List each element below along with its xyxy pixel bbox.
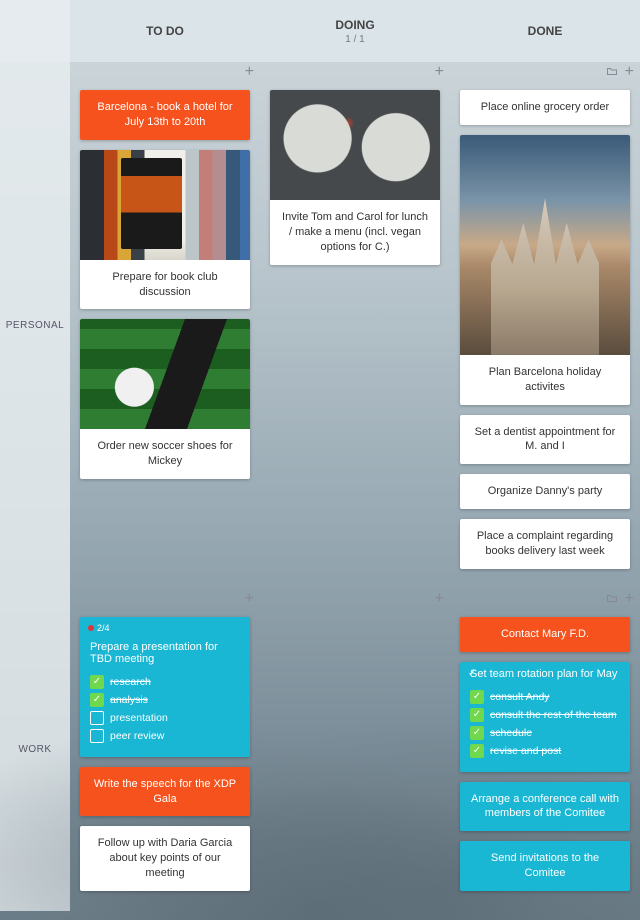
card-title: Set a dentist appointment for M. and I: [460, 415, 630, 465]
checklist-item-label: schedule: [490, 727, 532, 739]
cell-personal-todo: + Barcelona - book a hotel for July 13th…: [70, 62, 260, 589]
add-card-button[interactable]: +: [245, 64, 254, 80]
column-subtitle: 1 / 1: [345, 34, 364, 45]
row-label-personal[interactable]: PERSONAL: [0, 62, 70, 589]
books-image: [80, 150, 250, 260]
card-title: Plan Barcelona holiday activites: [460, 355, 630, 405]
card-title: Write the speech for the XDP Gala: [80, 767, 250, 817]
card-title: Follow up with Daria Garcia about key po…: [80, 826, 250, 891]
card-title: Order new soccer shoes for Mickey: [80, 429, 250, 479]
checklist: consult Andy consult the rest of the team…: [460, 682, 630, 772]
kanban-card[interactable]: Barcelona - book a hotel for July 13th t…: [80, 90, 250, 140]
checklist-item[interactable]: consult Andy: [470, 690, 620, 704]
kanban-card[interactable]: Place online grocery order: [460, 90, 630, 125]
card-title: Arrange a conference call with members o…: [460, 782, 630, 832]
checklist-item-label: research: [110, 676, 151, 688]
add-card-button[interactable]: +: [625, 64, 634, 80]
kanban-card[interactable]: Organize Danny's party: [460, 474, 630, 509]
card-title: Place a complaint regarding books delive…: [460, 519, 630, 569]
checkbox-icon[interactable]: [470, 690, 484, 704]
checklist-item-label: consult the rest of the team: [490, 709, 617, 721]
corner-cell: [0, 0, 70, 62]
add-card-button[interactable]: +: [435, 591, 444, 607]
checklist-item-label: consult Andy: [490, 691, 550, 703]
column-title: TO DO: [146, 24, 184, 38]
kanban-card[interactable]: 2/4 Prepare a presentation for TBD meetin…: [80, 617, 250, 757]
kanban-card[interactable]: Prepare for book club discussion: [80, 150, 250, 310]
kanban-card[interactable]: Arrange a conference call with members o…: [460, 782, 630, 832]
checklist-item[interactable]: presentation: [90, 711, 240, 725]
checkbox-icon[interactable]: [470, 708, 484, 722]
kanban-card[interactable]: Set a dentist appointment for M. and I: [460, 415, 630, 465]
card-title: Contact Mary F.D.: [460, 617, 630, 652]
card-title: Set team rotation plan for May: [460, 662, 630, 682]
check-indicator-icon: ✓: [468, 668, 476, 679]
checklist-item[interactable]: consult the rest of the team: [470, 708, 620, 722]
checklist-item-label: analysis: [110, 694, 148, 706]
cell-personal-doing: + Invite Tom and Carol for lunch / make …: [260, 62, 450, 589]
checkbox-icon[interactable]: [470, 726, 484, 740]
kanban-card[interactable]: Place a complaint regarding books delive…: [460, 519, 630, 569]
food-image: [270, 90, 440, 200]
column-title: DOING: [335, 18, 374, 32]
checklist-item[interactable]: revise and post: [470, 744, 620, 758]
cell-work-doing: +: [260, 589, 450, 911]
card-title: Prepare a presentation for TBD meeting: [80, 635, 250, 667]
checklist-item-label: revise and post: [490, 745, 561, 757]
folder-icon[interactable]: [606, 65, 618, 80]
cell-work-done: + Contact Mary F.D. ✓Set team rotation pl…: [450, 589, 640, 911]
kanban-card[interactable]: Contact Mary F.D.: [460, 617, 630, 652]
soccer-image: [80, 319, 250, 429]
checklist-item-label: peer review: [110, 730, 164, 742]
add-card-button[interactable]: +: [435, 64, 444, 80]
checkbox-icon[interactable]: [90, 675, 104, 689]
checkbox-icon[interactable]: [90, 711, 104, 725]
checkbox-icon[interactable]: [90, 693, 104, 707]
kanban-card[interactable]: Order new soccer shoes for Mickey: [80, 319, 250, 479]
cathedral-image: [460, 135, 630, 355]
kanban-card[interactable]: Plan Barcelona holiday activites: [460, 135, 630, 405]
checklist: research analysis presentation peer review: [80, 667, 250, 757]
checkbox-icon[interactable]: [90, 729, 104, 743]
checklist-item[interactable]: analysis: [90, 693, 240, 707]
folder-icon[interactable]: [606, 592, 618, 607]
cell-personal-done: + Place online grocery order Plan Barcelo…: [450, 62, 640, 589]
progress-badge: 2/4: [88, 623, 110, 633]
card-title: Barcelona - book a hotel for July 13th t…: [80, 90, 250, 140]
card-title: Send invitations to the Comitee: [460, 841, 630, 891]
add-card-button[interactable]: +: [625, 591, 634, 607]
checklist-item[interactable]: peer review: [90, 729, 240, 743]
add-card-button[interactable]: +: [245, 591, 254, 607]
kanban-card[interactable]: Follow up with Daria Garcia about key po…: [80, 826, 250, 891]
card-title: Invite Tom and Carol for lunch / make a …: [270, 200, 440, 265]
column-header-done[interactable]: DONE: [450, 0, 640, 62]
kanban-board: TO DO DOING 1 / 1 DONE PERSONAL + Barcel…: [0, 0, 640, 911]
checkbox-icon[interactable]: [470, 744, 484, 758]
checklist-item[interactable]: schedule: [470, 726, 620, 740]
card-title: Place online grocery order: [460, 90, 630, 125]
cell-work-todo: + 2/4 Prepare a presentation for TBD meet…: [70, 589, 260, 911]
kanban-card[interactable]: Invite Tom and Carol for lunch / make a …: [270, 90, 440, 265]
row-label-work[interactable]: WORK: [0, 589, 70, 911]
checklist-item[interactable]: research: [90, 675, 240, 689]
card-title: Prepare for book club discussion: [80, 260, 250, 310]
column-header-todo[interactable]: TO DO: [70, 0, 260, 62]
column-header-doing[interactable]: DOING 1 / 1: [260, 0, 450, 62]
kanban-card[interactable]: Send invitations to the Comitee: [460, 841, 630, 891]
kanban-card[interactable]: ✓Set team rotation plan for Mayconsult A…: [460, 662, 630, 772]
checklist-item-label: presentation: [110, 712, 168, 724]
kanban-card[interactable]: Write the speech for the XDP Gala: [80, 767, 250, 817]
column-title: DONE: [528, 24, 563, 38]
card-title: Organize Danny's party: [460, 474, 630, 509]
